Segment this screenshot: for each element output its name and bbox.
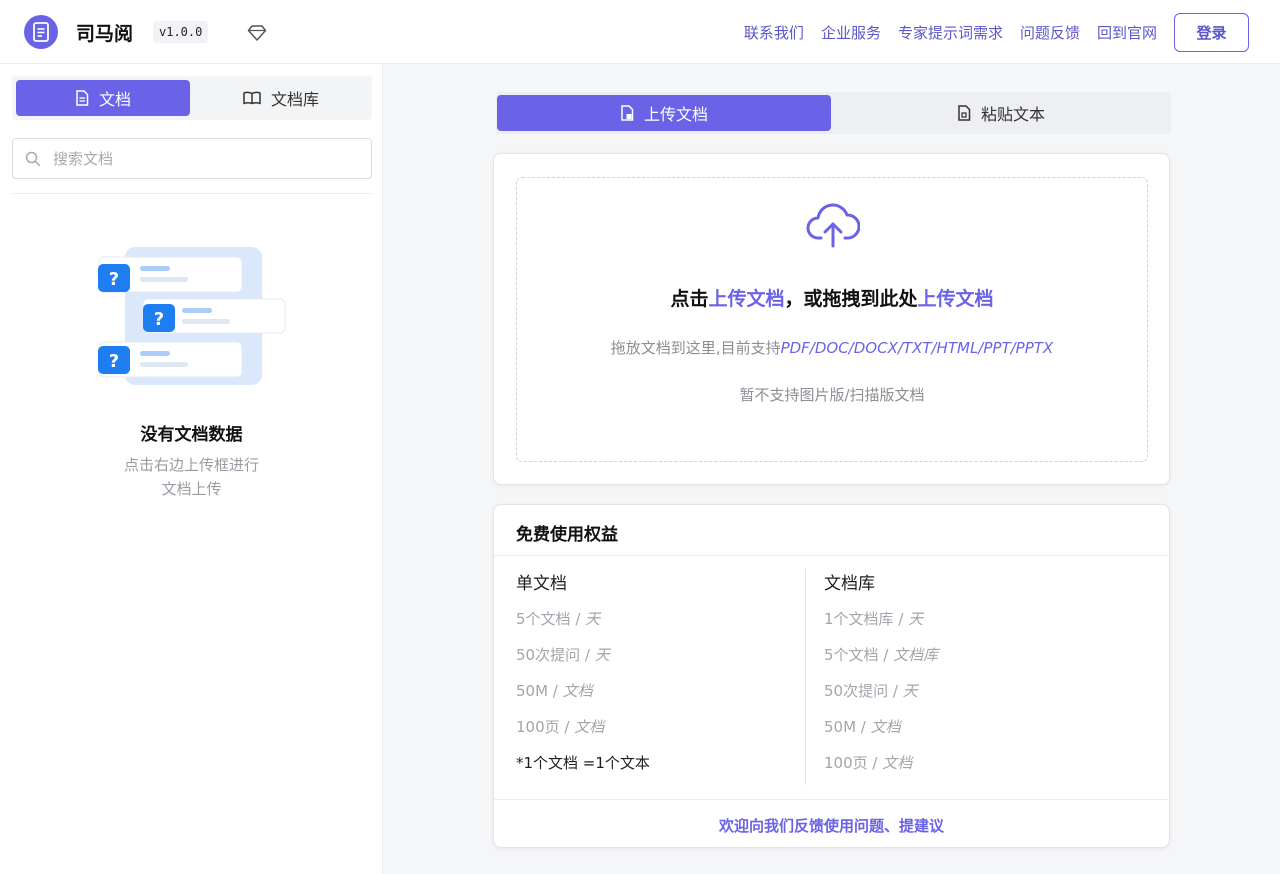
tab-paste-text[interactable]: 粘贴文本 — [834, 95, 1168, 131]
benefit-note: *1个文档 =1个文本 — [516, 754, 650, 772]
upload-title-part1: 点击 — [670, 288, 709, 310]
benefit-item: 50次提问 / 天 — [516, 646, 610, 664]
login-button[interactable]: 登录 — [1174, 13, 1249, 52]
unsupported-note: 暂不支持图片版/扫描版文档 — [739, 386, 925, 404]
upload-title-part2: ，或拖拽到此处 — [784, 288, 918, 310]
upload-title-link1[interactable]: 上传文档 — [708, 288, 784, 310]
svg-text:?: ? — [109, 351, 119, 372]
empty-state-title: 没有文档数据 — [140, 425, 243, 445]
svg-text:?: ? — [154, 309, 164, 330]
benefit-item: 5个文档 / 文档库 — [824, 646, 939, 664]
benefit-item: 1个文档库 / 天 — [824, 610, 924, 628]
benefit-item: 50M / 文档 — [824, 718, 901, 736]
book-icon — [243, 91, 261, 105]
benefit-item: 5个文档 / 天 — [516, 610, 601, 628]
app-name: 司马阅 — [76, 23, 134, 45]
sidebar: 文档 文档库 ? ? ? 没有文档数据 — [0, 64, 383, 874]
top-nav: 联系我们 企业服务 专家提示词需求 问题反馈 回到官网 — [744, 22, 1157, 43]
search-input[interactable] — [53, 139, 353, 178]
benefits-footer-divider — [494, 799, 1169, 800]
nav-enterprise[interactable]: 企业服务 — [821, 22, 881, 43]
single-document-title: 单文档 — [516, 574, 567, 594]
app-logo[interactable] — [24, 15, 58, 49]
tab-upload-label: 上传文档 — [643, 105, 708, 124]
tab-paste-label: 粘贴文本 — [980, 105, 1045, 124]
library-column: 文档库 1个文档库 / 天 5个文档 / 文档库 50次提问 / 天 50M /… — [824, 573, 938, 789]
cloud-upload-icon — [806, 203, 860, 248]
svg-text:?: ? — [109, 269, 119, 290]
document-logo-icon — [33, 22, 49, 42]
nav-expert-prompts[interactable]: 专家提示词需求 — [898, 22, 1003, 43]
upload-card: 点击上传文档，或拖拽到此处上传文档 拖放文档到这里,目前支持PDF/DOC/DO… — [493, 153, 1170, 485]
tab-upload-document[interactable]: 上传文档 — [497, 95, 831, 131]
benefit-item: 50次提问 / 天 — [824, 682, 918, 700]
formats-prefix: 拖放文档到这里,目前支持 — [610, 339, 781, 357]
benefits-title: 免费使用权益 — [516, 525, 618, 545]
single-document-column: 单文档 5个文档 / 天 50次提问 / 天 50M / 文档 100页 / 文… — [516, 573, 650, 789]
search-icon — [25, 151, 41, 167]
library-title: 文档库 — [824, 574, 875, 594]
upload-title: 点击上传文档，或拖拽到此处上传文档 — [517, 284, 1147, 311]
benefit-item: 100页 / 文档 — [824, 754, 913, 772]
tab-library[interactable]: 文档库 — [194, 80, 368, 116]
upload-file-icon — [621, 105, 634, 121]
upload-dropzone[interactable]: 点击上传文档，或拖拽到此处上传文档 拖放文档到这里,目前支持PDF/DOC/DO… — [516, 177, 1148, 462]
empty-desc-line1: 点击右边上传框进行 — [123, 456, 259, 474]
empty-documents-illustration: ? ? ? — [98, 247, 286, 385]
nav-feedback[interactable]: 问题反馈 — [1020, 22, 1080, 43]
version-badge: v1.0.0 — [153, 21, 209, 43]
column-separator — [805, 569, 806, 785]
diamond-icon[interactable] — [247, 24, 267, 42]
tab-documents-label: 文档 — [98, 90, 131, 109]
benefit-item: 50M / 文档 — [516, 682, 593, 700]
search-box — [12, 138, 372, 179]
paste-icon — [958, 105, 971, 121]
document-icon — [76, 90, 89, 106]
free-benefits-card: 免费使用权益 单文档 5个文档 / 天 50次提问 / 天 50M / 文档 1… — [493, 504, 1170, 848]
sidebar-divider — [12, 193, 372, 194]
empty-state-description: 点击右边上传框进行 文档上传 — [110, 453, 273, 501]
nav-contact-us[interactable]: 联系我们 — [744, 22, 804, 43]
tab-library-label: 文档库 — [270, 90, 319, 109]
benefits-divider — [494, 555, 1169, 556]
feedback-link[interactable]: 欢迎向我们反馈使用问题、提建议 — [494, 815, 1169, 836]
sidebar-tabs: 文档 文档库 — [12, 76, 372, 120]
formats-list: PDF/DOC/DOCX/TXT/HTML/PPT/PPTX — [780, 339, 1054, 357]
tab-documents[interactable]: 文档 — [16, 80, 190, 116]
benefit-item: 100页 / 文档 — [516, 718, 605, 736]
empty-desc-line2: 文档上传 — [161, 480, 222, 498]
supported-formats: 拖放文档到这里,目前支持PDF/DOC/DOCX/TXT/HTML/PPT/PP… — [517, 337, 1147, 358]
top-header: 司马阅 v1.0.0 联系我们 企业服务 专家提示词需求 问题反馈 回到官网 登… — [0, 0, 1280, 64]
nav-official-site[interactable]: 回到官网 — [1097, 22, 1157, 43]
upload-title-link2[interactable]: 上传文档 — [918, 288, 994, 310]
upload-mode-tabs: 上传文档 粘贴文本 — [496, 92, 1171, 134]
